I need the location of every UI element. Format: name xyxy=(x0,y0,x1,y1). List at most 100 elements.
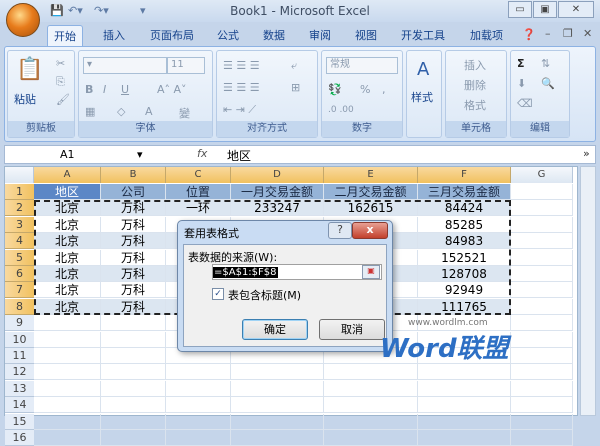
cell-F2[interactable]: 84424 xyxy=(418,200,511,217)
cell-B3[interactable]: 万科 xyxy=(101,216,166,233)
insert-cells-button[interactable]: 插入 xyxy=(464,57,486,73)
format-painter-icon[interactable]: 🖌 xyxy=(56,93,70,106)
cell-G11[interactable] xyxy=(511,348,573,364)
save-icon[interactable]: 💾 xyxy=(50,4,64,17)
row-header-4[interactable]: 4 xyxy=(5,233,34,250)
cell-B10[interactable] xyxy=(101,331,166,348)
cell-G16[interactable] xyxy=(511,430,573,446)
column-header-c[interactable]: C xyxy=(166,167,231,183)
cell-A1[interactable]: 地区 xyxy=(34,184,101,200)
cell-F7[interactable]: 92949 xyxy=(418,282,511,299)
ok-button[interactable]: 确定 xyxy=(242,319,308,340)
paste-icon[interactable]: 📋 xyxy=(16,57,43,82)
cell-B11[interactable] xyxy=(101,348,166,364)
cell-E12[interactable] xyxy=(324,364,418,381)
row-header-2[interactable]: 2 xyxy=(5,200,34,217)
cell-G9[interactable] xyxy=(511,315,573,332)
cell-F3[interactable]: 85285 xyxy=(418,216,511,233)
help-button[interactable]: ? xyxy=(328,222,352,239)
align-left-icon[interactable]: ☰ ☰ ☰ xyxy=(223,81,260,94)
cell-B16[interactable] xyxy=(101,430,166,446)
row-header-1[interactable]: 1 xyxy=(5,184,34,200)
redo-icon[interactable]: ↷▾ xyxy=(94,4,109,17)
cell-A11[interactable] xyxy=(34,348,101,364)
cell-B1[interactable]: 公司 xyxy=(101,184,166,200)
cell-G10[interactable] xyxy=(511,331,573,348)
dialog-close-button[interactable]: x xyxy=(352,222,388,239)
cell-B14[interactable] xyxy=(101,397,166,414)
column-header-e[interactable]: E xyxy=(324,167,418,183)
cell-F4[interactable]: 84983 xyxy=(418,233,511,250)
fill-color-icon[interactable]: ◇ xyxy=(117,105,125,118)
cell-D12[interactable] xyxy=(231,364,324,381)
name-box[interactable]: A1 xyxy=(60,148,75,161)
cell-F8[interactable]: 111765 xyxy=(418,298,511,315)
row-header-6[interactable]: 6 xyxy=(5,266,34,282)
cell-D14[interactable] xyxy=(231,397,324,414)
column-header-a[interactable]: A xyxy=(34,167,101,183)
cell-C1[interactable]: 位置 xyxy=(166,184,231,200)
tab-insert[interactable]: 插入 xyxy=(97,25,131,46)
cell-G12[interactable] xyxy=(511,364,573,381)
cell-G14[interactable] xyxy=(511,397,573,414)
tab-data[interactable]: 数据 xyxy=(257,25,291,46)
cell-B12[interactable] xyxy=(101,364,166,381)
tab-page-layout[interactable]: 页面布局 xyxy=(144,25,200,46)
has-headers-checkbox[interactable]: ✓ xyxy=(212,288,224,300)
name-box-dropdown-icon[interactable]: ▾ xyxy=(137,148,143,161)
row-header-10[interactable]: 10 xyxy=(5,331,34,348)
cell-B6[interactable]: 万科 xyxy=(101,266,166,282)
cell-B13[interactable] xyxy=(101,380,166,397)
cancel-button[interactable]: 取消 xyxy=(319,319,385,340)
source-range-input[interactable]: =$A$1:$F$8 ▣ xyxy=(212,264,382,280)
cell-G1[interactable] xyxy=(511,184,573,200)
office-button[interactable] xyxy=(6,3,40,37)
phonetic-icon[interactable]: 變 xyxy=(179,105,190,121)
cell-E13[interactable] xyxy=(324,380,418,397)
cell-G7[interactable] xyxy=(511,282,573,299)
cell-B5[interactable]: 万科 xyxy=(101,249,166,266)
delete-cells-button[interactable]: 删除 xyxy=(464,77,486,93)
customize-qat-icon[interactable]: ▾ xyxy=(140,4,146,17)
copy-icon[interactable]: ⎘ xyxy=(56,75,65,89)
row-header-3[interactable]: 3 xyxy=(5,216,34,233)
cell-F6[interactable]: 128708 xyxy=(418,266,511,282)
cell-C16[interactable] xyxy=(166,430,231,446)
cell-A12[interactable] xyxy=(34,364,101,381)
cell-G8[interactable] xyxy=(511,298,573,315)
font-name-select[interactable]: ▾ xyxy=(83,57,167,74)
tab-formulas[interactable]: 公式 xyxy=(211,25,245,46)
font-size-select[interactable]: 11 xyxy=(167,57,205,74)
tab-home[interactable]: 开始 xyxy=(47,25,83,46)
row-header-14[interactable]: 14 xyxy=(5,397,34,414)
row-header-8[interactable]: 8 xyxy=(5,298,34,315)
number-format-select[interactable]: 常规 xyxy=(326,57,398,74)
cell-C14[interactable] xyxy=(166,397,231,414)
cell-G5[interactable] xyxy=(511,249,573,266)
row-header-7[interactable]: 7 xyxy=(5,282,34,299)
cell-B8[interactable]: 万科 xyxy=(101,298,166,315)
select-all-corner[interactable] xyxy=(5,167,34,183)
row-header-5[interactable]: 5 xyxy=(5,249,34,266)
cell-A9[interactable] xyxy=(34,315,101,332)
cell-A10[interactable] xyxy=(34,331,101,348)
cell-B2[interactable]: 万科 xyxy=(101,200,166,217)
cell-F14[interactable] xyxy=(418,397,511,414)
styles-button[interactable]: 样式 xyxy=(411,89,433,105)
cell-C12[interactable] xyxy=(166,364,231,381)
tab-view[interactable]: 视图 xyxy=(349,25,383,46)
cell-B4[interactable]: 万科 xyxy=(101,233,166,250)
cell-F5[interactable]: 152521 xyxy=(418,249,511,266)
row-header-16[interactable]: 16 xyxy=(5,430,34,446)
cell-C13[interactable] xyxy=(166,380,231,397)
align-top-icon[interactable]: ☰ ☰ ☰ xyxy=(223,59,260,72)
column-header-b[interactable]: B xyxy=(101,167,166,183)
column-header-d[interactable]: D xyxy=(231,167,324,183)
border-icon[interactable]: ▦ xyxy=(85,105,95,118)
autosum-icon[interactable]: Σ xyxy=(517,57,525,70)
clear-icon[interactable]: ⌫ xyxy=(517,97,533,110)
fx-icon[interactable]: fx xyxy=(197,147,207,160)
cell-E1[interactable]: 二月交易金额 xyxy=(324,184,418,200)
cell-A3[interactable]: 北京 xyxy=(34,216,101,233)
cell-F1[interactable]: 三月交易金额 xyxy=(418,184,511,200)
